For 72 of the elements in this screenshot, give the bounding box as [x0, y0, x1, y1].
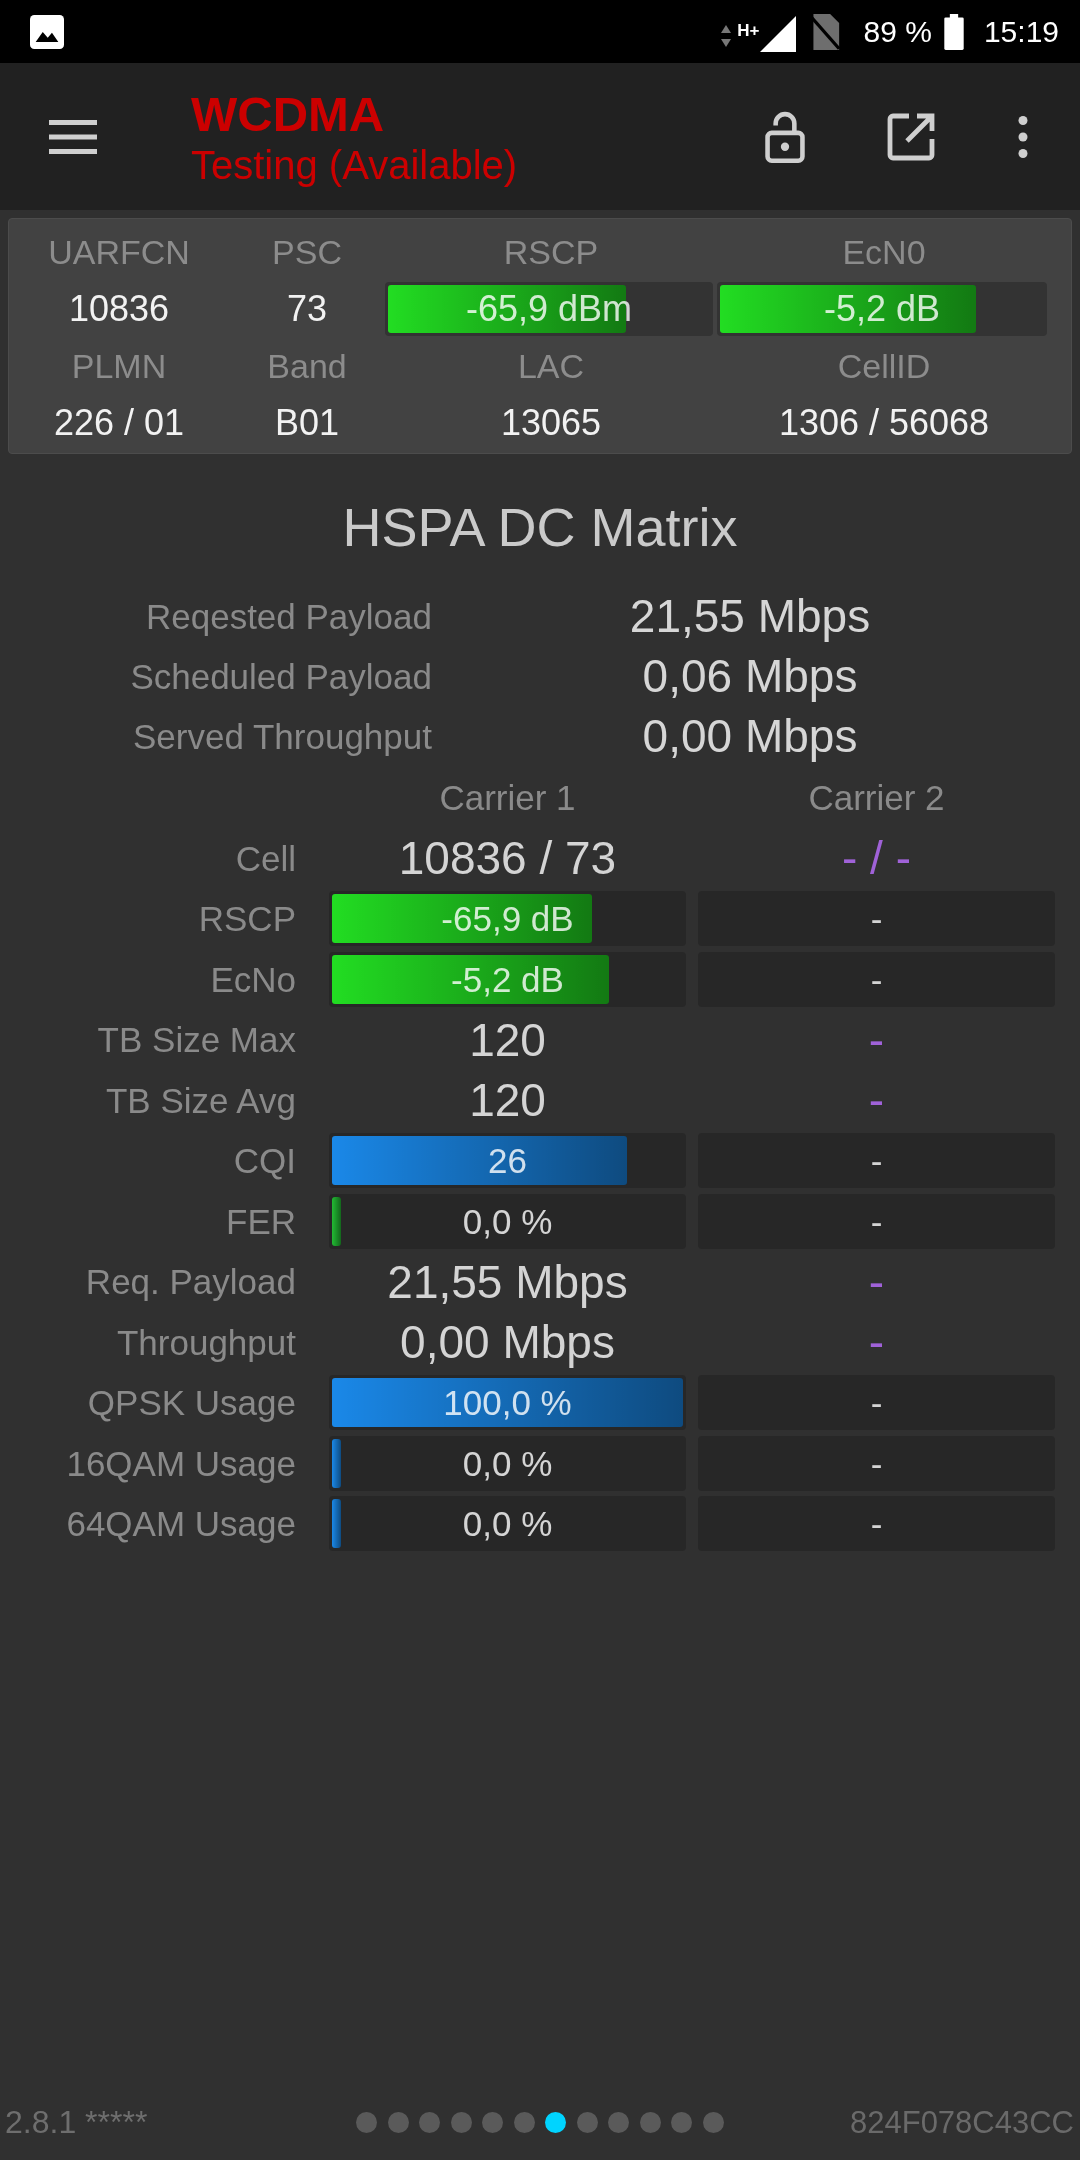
menu-icon	[49, 119, 97, 154]
carrier-value: 0,00 Mbps	[400, 1319, 615, 1366]
row-label: QPSK Usage	[87, 1385, 296, 1421]
signal-icon	[759, 15, 796, 52]
field-value: 1306 / 56068	[778, 405, 990, 441]
bar-value: 26	[488, 1143, 527, 1179]
bar-value: -	[870, 961, 883, 997]
clock: 15:19	[983, 16, 1059, 47]
bar-value: -	[870, 1506, 883, 1542]
field-value: 226 / 01	[53, 405, 185, 441]
summary-label: Scheduled Payload	[130, 658, 432, 694]
bar-value: -5,2 dB	[451, 961, 564, 997]
network-type: H+	[737, 21, 760, 39]
row-label: TB Size Avg	[106, 1082, 296, 1118]
row-label: Req. Payload	[85, 1264, 296, 1300]
data-arrows-icon	[721, 24, 732, 47]
row-label: RSCP	[198, 901, 296, 937]
carrier-value: -	[868, 1016, 885, 1063]
carrier-value: 10836 / 73	[398, 835, 617, 882]
column-header: Carrier 2	[808, 779, 945, 815]
battery-icon	[943, 13, 964, 50]
section-title: HSPA DC Matrix	[342, 500, 738, 554]
row-label: EcNo	[210, 961, 296, 997]
field-value: 13065	[500, 405, 602, 441]
bar-value: -5,2 dB	[823, 291, 941, 327]
field-label: RSCP	[503, 235, 599, 269]
bar-value: -65,9 dB	[441, 901, 574, 937]
bar-value: -	[870, 1385, 883, 1421]
row-label: FER	[226, 1203, 296, 1239]
bar-value: -	[870, 901, 883, 937]
battery-percent: 89 %	[863, 16, 932, 47]
carrier-value: -	[868, 1258, 885, 1305]
device-id: 824F078C43CC	[849, 2106, 1074, 2138]
row-label: Throughput	[116, 1324, 296, 1360]
app-subtitle: Testing (Available)	[191, 141, 518, 188]
carrier-value: - / -	[842, 835, 911, 882]
field-label: CellID	[837, 349, 931, 383]
row-label: Cell	[235, 840, 296, 876]
field-label: PSC	[272, 235, 342, 269]
carrier-value: -	[868, 1319, 885, 1366]
summary-label: Reqested Payload	[145, 598, 432, 634]
field-label: PLMN	[71, 349, 167, 383]
bar-value: 0,0 %	[462, 1203, 553, 1239]
app-title: WCDMA	[191, 85, 386, 142]
carrier-value: -	[868, 1077, 885, 1124]
bar-value: -65,9 dBm	[465, 291, 633, 327]
row-label: CQI	[233, 1143, 296, 1179]
padlock-icon	[764, 109, 806, 164]
row-label: 16QAM Usage	[66, 1445, 296, 1481]
bar-value: 0,0 %	[462, 1445, 553, 1481]
field-value: 10836	[68, 291, 170, 327]
more-icon	[1017, 115, 1029, 158]
external-link-icon	[887, 112, 935, 161]
bar-value: -	[870, 1203, 883, 1239]
carrier-value: 120	[469, 1077, 546, 1124]
summary-label: Served Throughput	[133, 718, 432, 754]
bar-value: 0,0 %	[462, 1506, 553, 1542]
column-header: Carrier 1	[439, 779, 576, 815]
bar-value: 100,0 %	[443, 1385, 572, 1421]
field-label: UARFCN	[48, 235, 190, 269]
field-label: LAC	[517, 349, 585, 383]
bar-value: -	[870, 1445, 883, 1481]
field-label: Band	[267, 349, 347, 383]
image-icon	[30, 14, 64, 49]
field-label: EcN0	[842, 235, 926, 269]
row-label: TB Size Max	[97, 1022, 296, 1058]
field-value: 73	[286, 291, 327, 327]
field-value: B01	[274, 405, 340, 441]
row-label: 64QAM Usage	[66, 1506, 296, 1542]
carrier-value: 120	[469, 1016, 546, 1063]
bar-value: -	[870, 1143, 883, 1179]
app-version: 2.8.1 *****	[5, 2106, 148, 2138]
